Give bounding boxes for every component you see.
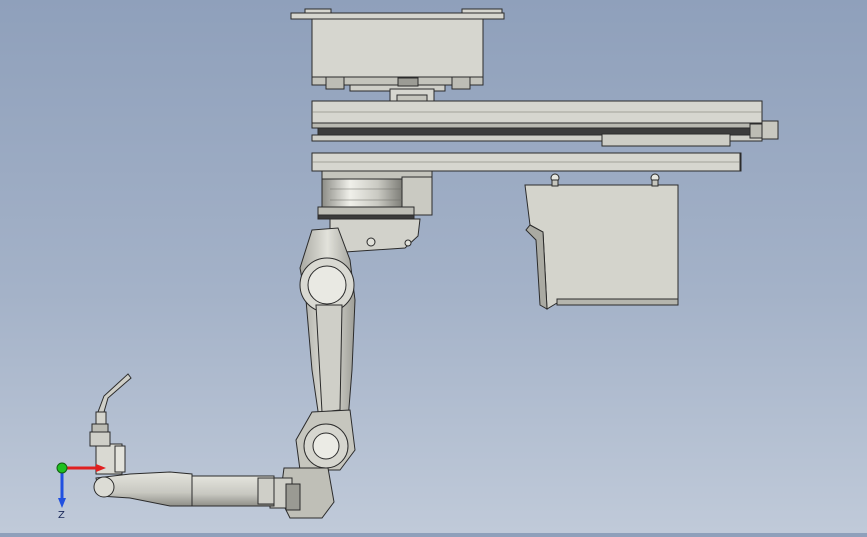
elbow-joint[interactable] [295,409,356,471]
z-axis-arrow [58,498,66,508]
upper-arm[interactable] [299,227,356,426]
coordinate-triad: Z [46,452,116,522]
top-mount-plate[interactable] [290,8,505,92]
z-axis-label: Z [58,510,65,521]
linear-rail[interactable] [311,100,779,172]
wrist-housing[interactable] [269,467,335,519]
y-axis-dot [56,462,68,474]
forearm[interactable] [93,471,275,507]
robot-base-cylinder[interactable] [317,170,433,220]
side-cabinet[interactable] [524,173,679,310]
x-axis-arrow [96,464,106,472]
cad-3d-viewport[interactable] [0,0,867,533]
